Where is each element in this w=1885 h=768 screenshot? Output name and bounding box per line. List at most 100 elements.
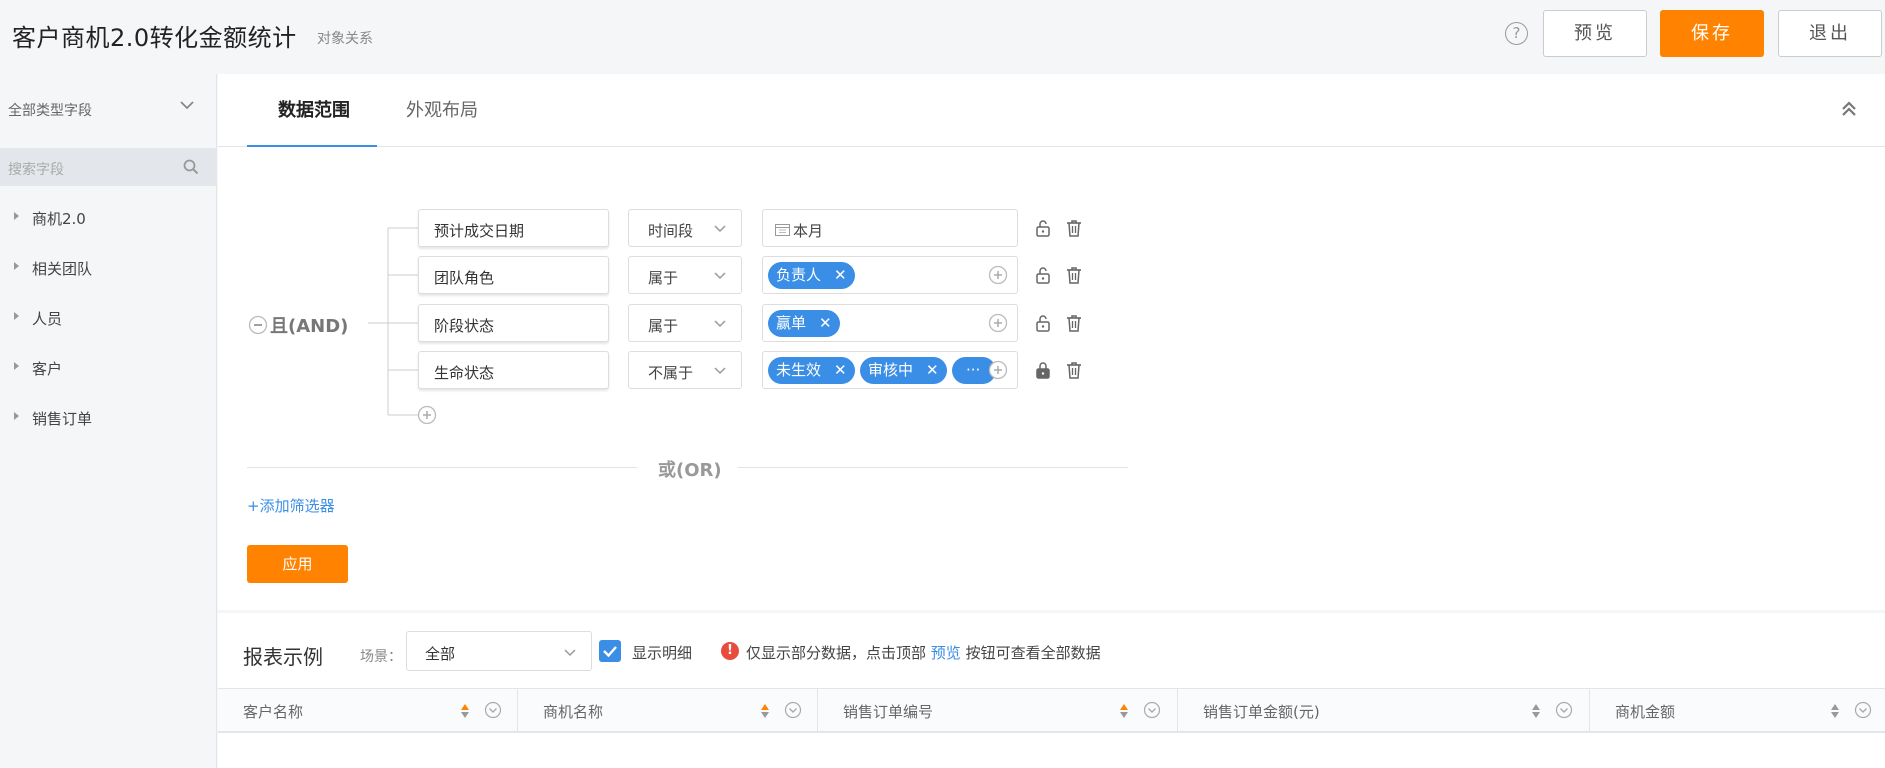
sidebar-item-customer[interactable]: 客户: [0, 353, 217, 383]
report-title: 报表示例: [243, 645, 323, 669]
tree-connector: [368, 227, 418, 416]
column-label: 商机名称: [543, 703, 604, 721]
filter-panel: 数据范围 外观布局 且(AND) 预计成交日期 时间段 本月 团队角色 属于 负…: [218, 74, 1885, 610]
notice-text: 按钮可查看全部数据: [965, 644, 1101, 662]
trash-icon[interactable]: [1064, 360, 1084, 380]
column-header[interactable]: 商机名称: [518, 689, 818, 732]
warning-icon: !: [721, 642, 739, 660]
filter-field-select[interactable]: 生命状态: [418, 351, 609, 389]
add-condition-icon[interactable]: [417, 405, 437, 425]
search-icon[interactable]: [182, 158, 200, 176]
sort-icon[interactable]: [1119, 703, 1129, 719]
filter-operator-label: 属于: [648, 269, 679, 287]
trash-icon[interactable]: [1064, 265, 1084, 285]
column-header[interactable]: 商机金额: [1590, 689, 1885, 732]
column-filter-icon[interactable]: [1854, 701, 1872, 719]
close-icon[interactable]: ✕: [819, 310, 832, 337]
chevron-down-icon: [564, 649, 576, 657]
column-header[interactable]: 客户名称: [218, 689, 518, 732]
filter-field-select[interactable]: 团队角色: [418, 256, 609, 294]
sidebar-item-team[interactable]: 相关团队: [0, 253, 217, 283]
filter-field-label: 团队角色: [434, 269, 495, 287]
filter-operator-select[interactable]: 时间段: [628, 209, 742, 247]
add-value-icon[interactable]: [988, 360, 1008, 380]
notice-preview-link[interactable]: 预览: [931, 644, 961, 662]
column-label: 销售订单编号: [843, 703, 934, 721]
sidebar-item-sales-order[interactable]: 销售订单: [0, 403, 217, 433]
page-subtitle: 对象关系: [317, 31, 373, 47]
scene-select[interactable]: 全部: [406, 631, 592, 671]
sidebar-item-label: 人员: [32, 310, 63, 328]
lock-icon[interactable]: [1033, 313, 1053, 333]
column-filter-icon[interactable]: [784, 701, 802, 719]
column-filter-icon[interactable]: [484, 701, 502, 719]
column-label: 客户名称: [243, 703, 304, 721]
sidebar-item-label: 销售订单: [32, 410, 93, 428]
caret-right-icon: [14, 412, 19, 420]
add-value-icon[interactable]: [988, 313, 1008, 333]
filter-operator-select[interactable]: 属于: [628, 304, 742, 342]
add-filter-link[interactable]: +添加筛选器: [247, 495, 335, 516]
filter-value-input[interactable]: 本月: [762, 209, 1018, 247]
divider: [247, 467, 637, 468]
filter-operator-select[interactable]: 属于: [628, 256, 742, 294]
or-separator-label: 或(OR): [658, 460, 722, 481]
trash-icon[interactable]: [1064, 313, 1084, 333]
filter-field-select[interactable]: 阶段状态: [418, 304, 609, 342]
sidebar-item-person[interactable]: 人员: [0, 303, 217, 333]
divider: [738, 467, 1128, 468]
filter-operator-label: 不属于: [648, 364, 694, 382]
filter-value-input[interactable]: 未生效 ✕ 审核中 ✕ ···: [762, 351, 1018, 389]
close-icon[interactable]: ✕: [834, 262, 847, 289]
add-value-icon[interactable]: [988, 265, 1008, 285]
filter-value-input[interactable]: 负责人 ✕: [762, 256, 1018, 294]
chevron-down-icon: [714, 367, 726, 375]
sidebar-item-opportunity[interactable]: 商机2.0: [0, 203, 217, 233]
preview-button[interactable]: 预览: [1543, 10, 1647, 57]
value-chip[interactable]: 审核中 ✕: [860, 357, 947, 384]
save-button[interactable]: 保存: [1660, 10, 1764, 57]
column-label: 销售订单金额(元): [1203, 703, 1320, 721]
page-title: 客户商机2.0转化金额统计: [12, 24, 297, 52]
sort-icon[interactable]: [760, 703, 770, 719]
column-filter-icon[interactable]: [1143, 701, 1161, 719]
show-detail-checkbox[interactable]: [599, 640, 621, 662]
lock-icon[interactable]: [1033, 265, 1053, 285]
and-group-label: 且(AND): [270, 316, 349, 337]
filter-operator-label: 属于: [648, 317, 679, 335]
value-chip[interactable]: 负责人 ✕: [768, 262, 855, 289]
caret-right-icon: [14, 212, 19, 220]
double-chevron-up-icon[interactable]: [1839, 99, 1859, 119]
trash-icon[interactable]: [1064, 218, 1084, 238]
field-search-input[interactable]: 搜索字段: [0, 148, 217, 186]
report-preview-section: 报表示例 场景： 全部 显示明细 ! 仅显示部分数据，点击顶部 预览 按钮可查看…: [218, 613, 1885, 768]
column-header[interactable]: 销售订单金额(元): [1178, 689, 1590, 732]
filter-field-select[interactable]: 预计成交日期: [418, 209, 609, 247]
help-icon[interactable]: ?: [1505, 22, 1528, 45]
filter-value-input[interactable]: 赢单 ✕: [762, 304, 1018, 342]
close-icon[interactable]: ✕: [926, 357, 939, 384]
value-chip[interactable]: 未生效 ✕: [768, 357, 855, 384]
column-header[interactable]: 销售订单编号: [818, 689, 1178, 732]
chip-label: ···: [966, 361, 981, 379]
sort-icon[interactable]: [1531, 703, 1541, 719]
column-filter-icon[interactable]: [1555, 701, 1573, 719]
apply-button[interactable]: 应用: [247, 545, 348, 583]
tab-bar: 数据范围 外观布局: [218, 74, 1885, 147]
lock-icon[interactable]: [1033, 360, 1053, 380]
filter-field-label: 阶段状态: [434, 317, 495, 335]
chevron-down-icon: [714, 225, 726, 233]
filter-operator-select[interactable]: 不属于: [628, 351, 742, 389]
filter-operator-label: 时间段: [648, 222, 694, 240]
chevron-down-icon[interactable]: [178, 96, 196, 114]
close-icon[interactable]: ✕: [834, 357, 847, 384]
exit-button[interactable]: 退出: [1778, 10, 1882, 57]
chip-label: 未生效: [776, 361, 822, 379]
chevron-down-icon: [714, 320, 726, 328]
lock-icon[interactable]: [1033, 218, 1053, 238]
collapse-group-icon[interactable]: [248, 315, 268, 335]
value-chip[interactable]: 赢单 ✕: [768, 310, 840, 337]
sort-icon[interactable]: [460, 703, 470, 719]
sort-icon[interactable]: [1830, 703, 1840, 719]
field-type-select[interactable]: 全部类型字段: [8, 100, 92, 120]
